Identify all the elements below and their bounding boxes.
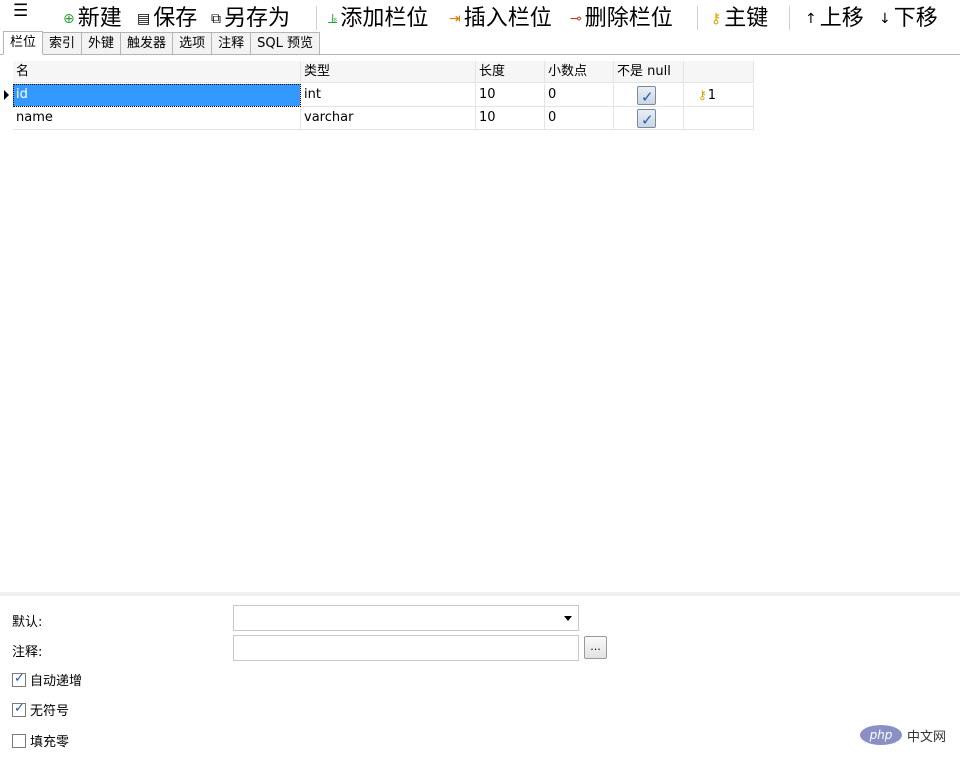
checkmark-icon: ✓ — [14, 700, 25, 716]
primary-key-button[interactable]: ⚷ 主键 — [711, 6, 768, 30]
table-row[interactable]: id int 10 0 ✓ ⚷1 — [3, 84, 754, 107]
save-icon: ▤ — [137, 11, 151, 27]
move-up-button[interactable]: ↑ 上移 — [805, 6, 864, 30]
insert-field-icon: ⇥ — [449, 11, 461, 27]
checkmark-icon: ✓ — [14, 670, 25, 686]
tab-comment[interactable]: 注释 — [212, 32, 252, 55]
cell-key[interactable]: ⚷1 — [684, 84, 754, 107]
tab-indexes[interactable]: 索引 — [43, 32, 83, 55]
copy-icon: ⧉ — [211, 11, 221, 27]
auto-increment-checkbox[interactable]: ✓ 自动递增 — [12, 670, 82, 689]
save-as-button[interactable]: ⧉ 另存为 — [211, 6, 290, 30]
watermark-text: 中文网 — [907, 729, 947, 745]
cell-not-null[interactable]: ✓ — [614, 84, 684, 107]
tab-options[interactable]: 选项 — [173, 32, 213, 55]
toolbar-separator — [789, 6, 790, 30]
save-button[interactable]: ▤ 保存 — [137, 6, 197, 30]
menu-icon[interactable]: ☰ — [13, 3, 28, 20]
chevron-down-icon[interactable] — [564, 616, 572, 621]
tab-foreign-keys[interactable]: 外键 — [82, 32, 122, 55]
cell-decimals[interactable]: 0 — [545, 84, 614, 107]
checkmark-icon: ✓ — [641, 111, 654, 129]
watermark: php 中文网 — [860, 725, 946, 745]
column-header-key[interactable] — [684, 61, 754, 83]
comment-edit-button[interactable]: ... — [584, 636, 607, 659]
grid-header: 名 类型 长度 小数点 不是 null — [3, 61, 754, 84]
cell-key[interactable] — [684, 107, 754, 130]
panel-divider[interactable] — [0, 592, 960, 596]
not-null-checkbox[interactable]: ✓ — [637, 86, 656, 106]
current-row-indicator — [4, 90, 9, 100]
cell-length[interactable]: 10 — [476, 107, 545, 130]
cell-not-null[interactable]: ✓ — [614, 107, 684, 130]
checkmark-icon: ✓ — [641, 88, 654, 106]
cell-length[interactable]: 10 — [476, 84, 545, 107]
column-header-not-null[interactable]: 不是 null — [614, 61, 684, 83]
delete-field-icon: ⊸ — [570, 11, 582, 27]
insert-field-button[interactable]: ⇥ 插入栏位 — [449, 6, 552, 30]
delete-field-button[interactable]: ⊸ 删除栏位 — [570, 6, 673, 30]
column-header-decimals[interactable]: 小数点 — [545, 61, 614, 83]
tab-bar: 栏位 索引 外键 触发器 选项 注释 SQL 预览 — [3, 31, 320, 55]
cell-type[interactable]: varchar — [301, 107, 476, 130]
checkbox-box[interactable] — [12, 733, 26, 748]
key-icon: ⚷ — [698, 88, 707, 102]
tab-fields[interactable]: 栏位 — [3, 31, 44, 55]
add-field-icon: ⫡ — [328, 11, 338, 27]
cell-name[interactable]: name — [13, 107, 301, 130]
tab-triggers[interactable]: 触发器 — [121, 32, 174, 55]
column-header-type[interactable]: 类型 — [301, 61, 476, 83]
column-header-name[interactable]: 名 — [13, 61, 301, 83]
key-icon: ⚷ — [711, 11, 722, 27]
cell-decimals[interactable]: 0 — [545, 107, 614, 130]
toolbar-separator — [316, 6, 317, 30]
move-down-button[interactable]: ↓ 下移 — [879, 6, 938, 30]
cell-type[interactable]: int — [301, 84, 476, 107]
not-null-checkbox[interactable]: ✓ — [637, 109, 656, 129]
add-field-button[interactable]: ⫡ 添加栏位 — [328, 6, 428, 30]
table-row[interactable]: name varchar 10 0 ✓ — [3, 107, 754, 130]
default-label: 默认: — [12, 615, 43, 630]
tab-sql-preview[interactable]: SQL 预览 — [251, 32, 320, 55]
toolbar: ☰ ⊕ 新建 ▤ 保存 ⧉ 另存为 ⫡ 添加栏位 ⇥ 插入栏位 ⊸ 删除栏位 ⚷ 主键 ↑ 上移… — [0, 0, 960, 30]
new-button[interactable]: ⊕ 新建 — [63, 6, 122, 30]
php-logo: php — [860, 725, 902, 745]
column-header-length[interactable]: 长度 — [476, 61, 545, 83]
cell-name[interactable]: id — [13, 84, 301, 107]
add-icon: ⊕ — [63, 11, 75, 27]
comment-label: 注释: — [12, 645, 43, 660]
default-dropdown[interactable] — [233, 605, 579, 631]
arrow-up-icon: ↑ — [805, 11, 817, 27]
arrow-down-icon: ↓ — [879, 11, 891, 27]
checkbox-box[interactable]: ✓ — [12, 700, 26, 717]
comment-input[interactable] — [233, 635, 579, 661]
toolbar-separator — [697, 6, 698, 30]
unsigned-checkbox[interactable]: ✓ 无符号 — [12, 700, 69, 719]
checkbox-box[interactable]: ✓ — [12, 670, 26, 687]
zerofill-checkbox[interactable]: 填充零 — [12, 731, 69, 750]
